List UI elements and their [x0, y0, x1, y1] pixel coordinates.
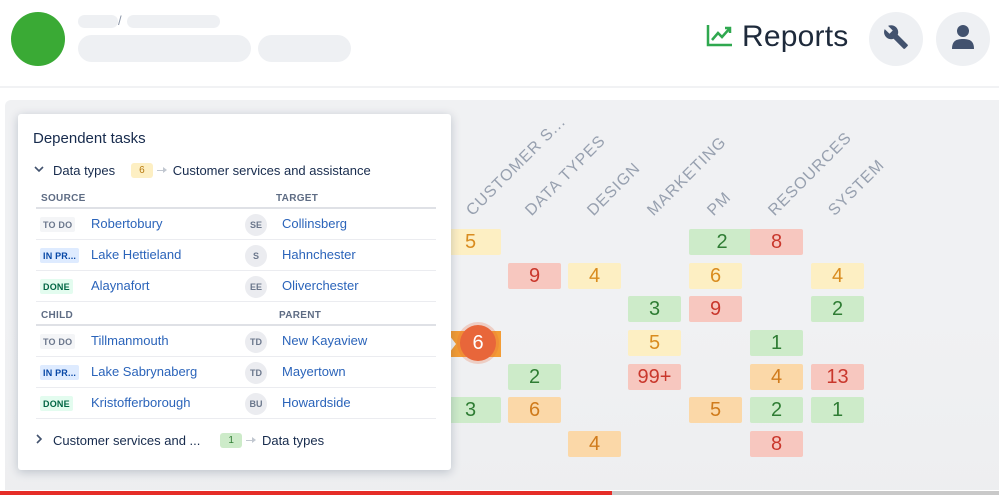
reports-link[interactable]: Reports	[706, 20, 848, 54]
arrow-right-icon	[156, 166, 167, 173]
matrix-cell[interactable]: 9	[508, 263, 561, 289]
header-divider	[0, 86, 999, 88]
parent-link[interactable]: Howardside	[282, 395, 351, 410]
matrix-cell[interactable]: 13	[811, 364, 864, 390]
dependency-count-badge: 6	[131, 162, 153, 178]
chevron-right-icon	[33, 433, 45, 448]
source-link[interactable]: Robertobury	[91, 216, 163, 231]
status-badge: DONE	[40, 279, 73, 294]
page-title-placeholder	[78, 35, 251, 62]
dependency-count-badge: 1	[220, 432, 242, 448]
target-link[interactable]: Collinsberg	[282, 216, 347, 231]
matrix-cell[interactable]: 2	[750, 397, 803, 423]
target-link[interactable]: Oliverchester	[282, 278, 359, 293]
avatar: TD	[245, 331, 267, 353]
group-source: Data types	[53, 162, 116, 178]
matrix-cell[interactable]: 2	[811, 296, 864, 322]
matrix-cell[interactable]: 8	[750, 431, 803, 457]
breadcrumb-placeholder-2	[127, 15, 220, 28]
matrix-cell[interactable]: 6	[508, 397, 561, 423]
reports-label: Reports	[742, 20, 849, 53]
matrix-cell[interactable]: 3	[628, 296, 681, 322]
breadcrumb-separator: /	[118, 13, 122, 28]
app-logo[interactable]	[11, 12, 65, 66]
matrix-cell[interactable]: 1	[750, 330, 803, 356]
dependency-group-collapsed[interactable]: Customer services and ... 1 Data types	[33, 430, 324, 450]
table-row[interactable]: DONE Kristofferborough BU Howardside	[36, 388, 436, 419]
child-link[interactable]: Tillmanmouth	[91, 333, 169, 348]
arrow-right-icon	[245, 436, 256, 443]
matrix-cell[interactable]: 4	[568, 431, 621, 457]
table-row[interactable]: DONE Alaynafort EE Oliverchester	[36, 271, 436, 302]
column-head-child: CHILD	[41, 310, 74, 321]
table-row[interactable]: IN PR... Lake Hettieland S Hahnchester	[36, 240, 436, 271]
avatar: S	[245, 245, 267, 267]
top-header: / Reports	[0, 0, 999, 86]
selected-cell-value[interactable]: 6	[460, 325, 496, 361]
chart-line-icon	[706, 23, 734, 52]
column-head-target: TARGET	[276, 193, 319, 204]
parent-link[interactable]: Mayertown	[282, 364, 346, 379]
column-label: PM	[704, 188, 735, 220]
matrix-cell[interactable]: 4	[811, 263, 864, 289]
child-link[interactable]: Kristofferborough	[91, 395, 191, 410]
matrix-cell[interactable]: 1	[811, 397, 864, 423]
avatar: BU	[245, 393, 267, 415]
status-badge: DONE	[40, 396, 73, 411]
wrench-icon	[883, 24, 909, 55]
group-target: Customer services and assistance	[172, 162, 371, 178]
child-link[interactable]: Lake Sabrynaberg	[91, 364, 197, 379]
table-row[interactable]: IN PR... Lake Sabrynaberg TD Mayertown	[36, 357, 436, 388]
matrix-cell[interactable]: 99+	[628, 364, 681, 390]
source-link[interactable]: Lake Hettieland	[91, 247, 181, 262]
matrix-cell[interactable]: 4	[750, 364, 803, 390]
avatar: EE	[245, 276, 267, 298]
column-label: DESIGN	[584, 159, 644, 220]
avatar: SE	[245, 214, 267, 236]
status-badge: IN PR...	[40, 248, 80, 263]
matrix-cell[interactable]: 9	[689, 296, 742, 322]
column-head-source: SOURCE	[41, 193, 86, 204]
dependent-tasks-panel: Dependent tasks Data types 6 Customer se…	[18, 114, 451, 470]
group-source: Customer services and ...	[53, 432, 201, 448]
status-badge: TO DO	[40, 334, 76, 349]
user-icon	[951, 24, 975, 55]
status-badge: TO DO	[40, 217, 76, 232]
chevron-down-icon	[33, 163, 45, 178]
panel-title: Dependent tasks	[33, 130, 146, 147]
source-link[interactable]: Alaynafort	[91, 278, 150, 293]
matrix-cell[interactable]: 2	[508, 364, 561, 390]
table-row[interactable]: TO DO Robertobury SE Collinsberg	[36, 209, 436, 240]
video-progress-fill	[0, 491, 613, 495]
status-badge: IN PR...	[40, 365, 80, 380]
dependency-group-expanded[interactable]: Data types 6 Customer services and assis…	[33, 160, 371, 180]
column-label: CUSTOMER S...	[463, 113, 570, 220]
settings-button[interactable]	[869, 12, 923, 66]
column-label: SYSTEM	[825, 156, 889, 220]
matrix-cell[interactable]: 4	[568, 263, 621, 289]
page-action-placeholder	[258, 35, 351, 62]
matrix-cell[interactable]: 8	[750, 229, 803, 255]
matrix-cell[interactable]: 5	[628, 330, 681, 356]
matrix-cell[interactable]: 5	[689, 397, 742, 423]
avatar: TD	[245, 362, 267, 384]
table-row[interactable]: TO DO Tillmanmouth TD New Kayaview	[36, 326, 436, 357]
matrix-cell[interactable]: 6	[689, 263, 742, 289]
video-progress-bar[interactable]	[0, 491, 999, 495]
breadcrumb-placeholder-1	[78, 15, 118, 28]
parent-link[interactable]: New Kayaview	[282, 333, 367, 348]
column-head-parent: PARENT	[279, 310, 322, 321]
target-link[interactable]: Hahnchester	[282, 247, 356, 262]
group-target: Data types	[261, 432, 325, 448]
matrix-cell[interactable]: 2	[689, 229, 755, 255]
profile-button[interactable]	[936, 12, 990, 66]
